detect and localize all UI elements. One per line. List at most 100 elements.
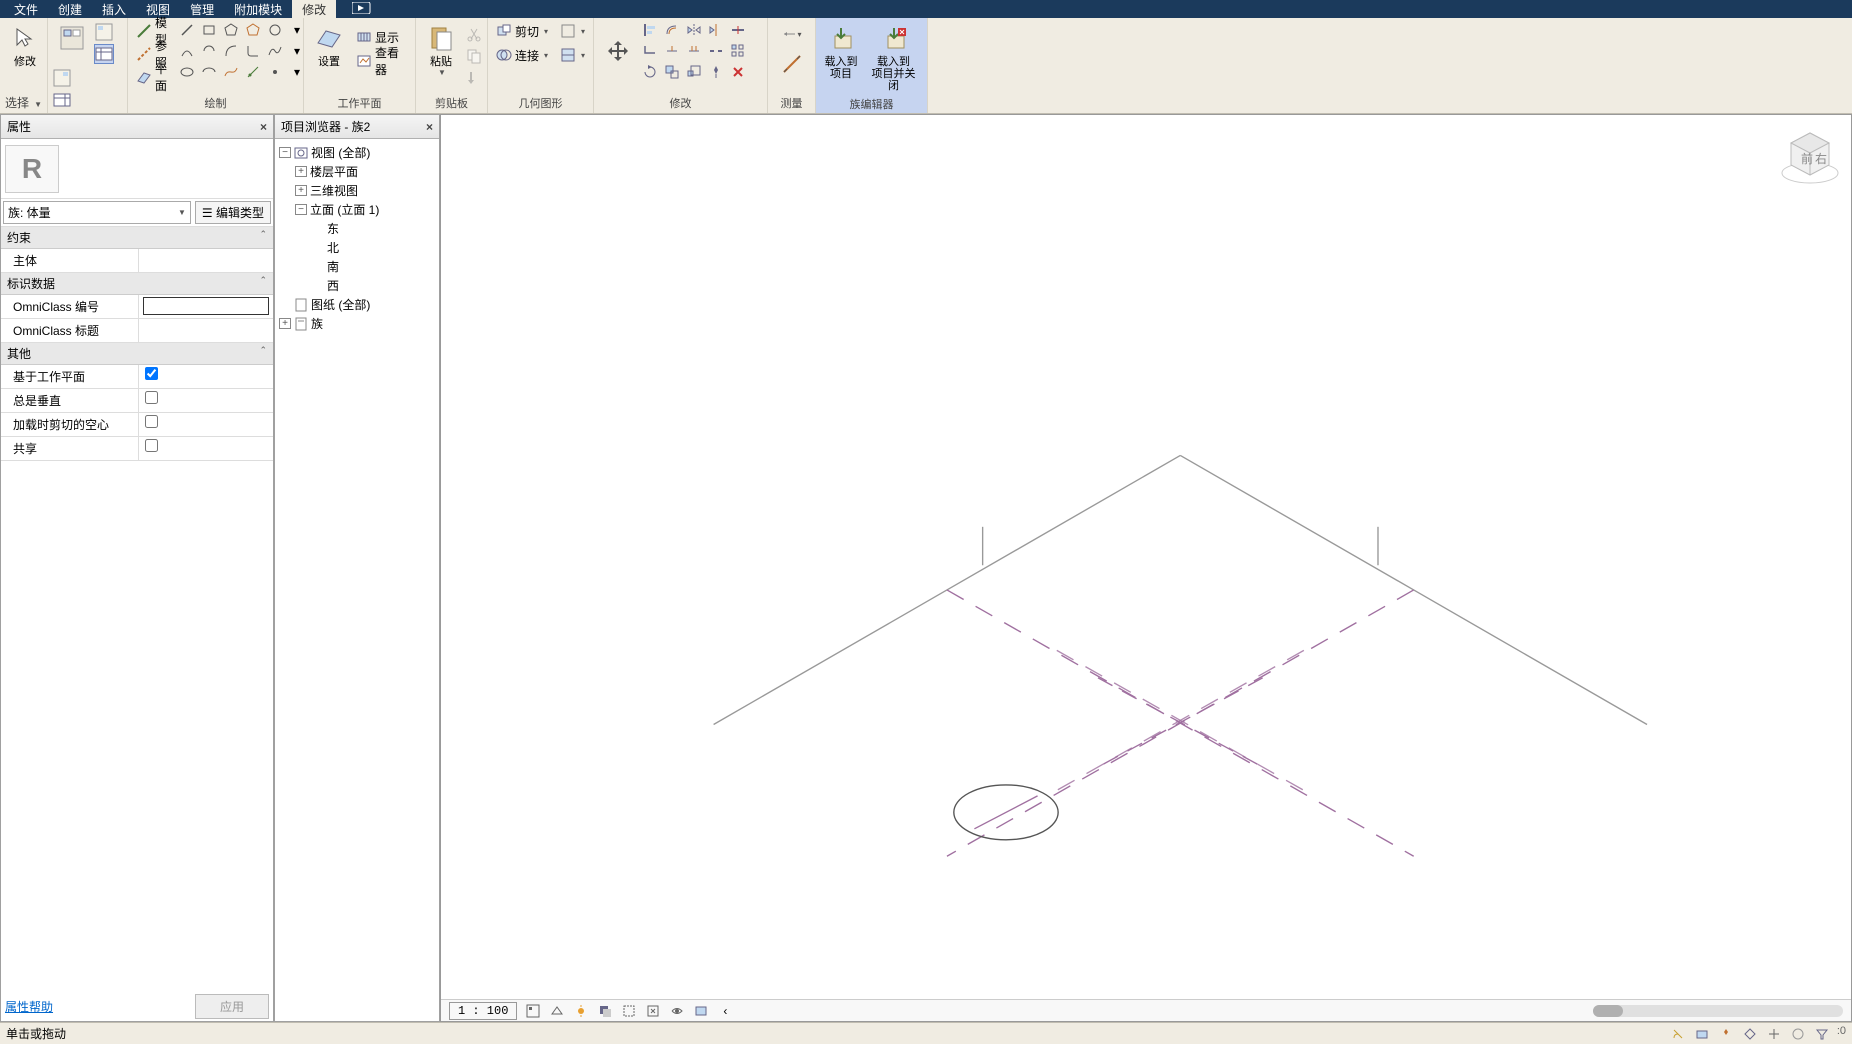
draw-polygon-out-icon[interactable] [243,20,263,40]
tree-3d-views[interactable]: + 三维视图 [277,181,437,200]
aligned-dim-button[interactable]: ▾ [782,24,802,44]
paste-button[interactable]: 粘贴 ▼ [420,20,462,88]
draw-pick-lines-icon[interactable] [243,62,263,82]
menu-manage[interactable]: 管理 [180,0,224,20]
draw-fillet-arc-icon[interactable] [243,41,263,61]
other-group-header[interactable]: 其他 ⌃ [1,343,273,365]
filter-icon[interactable] [1813,1025,1831,1043]
type-properties-button[interactable] [94,22,114,42]
draw-point-icon[interactable] [265,62,285,82]
shadows-icon[interactable] [597,1003,613,1019]
draw-arc-start-end-icon[interactable] [177,41,197,61]
align-button[interactable] [640,20,660,40]
tree-elevations[interactable]: − 立面 (立面 1) [277,200,437,219]
select-pinned-icon[interactable] [1717,1025,1735,1043]
pin-button[interactable] [706,62,726,82]
tree-views-all[interactable]: − 视图 (全部) [277,143,437,162]
expand-toggle-icon[interactable]: + [279,318,291,329]
trim-single-button[interactable] [662,41,682,61]
trim-multi-button[interactable] [684,41,704,61]
sun-path-icon[interactable] [573,1003,589,1019]
draw-line-icon[interactable] [177,20,197,40]
copy-mod-button[interactable] [662,62,682,82]
load-into-project-close-button[interactable]: 载入到 项目并关闭 [864,20,923,94]
tree-families[interactable]: + 族 [277,314,437,333]
properties-button[interactable] [52,20,92,64]
constraint-group-header[interactable]: 约束 ⌃ [1,227,273,249]
always-vertical-checkbox[interactable] [145,391,158,404]
omniclass-num-input[interactable] [143,297,269,315]
reveal-constraints-icon[interactable]: ‹ [717,1003,733,1019]
tree-elevation-south[interactable]: 南 [277,257,437,276]
family-category-button[interactable] [52,68,72,88]
detail-level-icon[interactable] [525,1003,541,1019]
tree-floor-plans[interactable]: + 楼层平面 [277,162,437,181]
drawing-canvas[interactable]: 前 右 1 : 100 ‹ [440,114,1852,1022]
identity-group-header[interactable]: 标识数据 ⌃ [1,273,273,295]
rotate-button[interactable] [640,62,660,82]
reveal-hidden-icon[interactable] [693,1003,709,1019]
edit-type-button[interactable]: ☰ 编辑类型 [195,201,271,224]
workplane-based-checkbox[interactable] [145,367,158,380]
copy-button[interactable] [464,46,484,66]
apply-button[interactable]: 应用 [195,994,269,1019]
expand-toggle-icon[interactable]: + [295,166,307,177]
tree-sheets[interactable]: 图纸 (全部) [277,295,437,314]
menu-addins[interactable]: 附加模块 [224,0,292,20]
array-button[interactable] [728,41,748,61]
scale-display[interactable]: 1 : 100 [449,1002,517,1020]
split-gap-button[interactable] [706,41,726,61]
cut-geometry-button[interactable]: 剪切 ▾ ▾ [492,20,589,42]
draw-ellipse-icon[interactable] [177,62,197,82]
match-type-button[interactable] [464,68,484,88]
collapse-toggle-icon[interactable]: − [279,147,291,158]
expand-toggle-icon[interactable]: + [295,185,307,196]
select-underlay-icon[interactable] [1693,1025,1711,1043]
collapse-toggle-icon[interactable]: − [295,204,307,215]
select-links-icon[interactable] [1669,1025,1687,1043]
draw-polygon-in-icon[interactable] [221,20,241,40]
properties-close-button[interactable]: × [260,120,267,134]
draw-circle-icon[interactable] [265,20,285,40]
modify-tool-button[interactable]: 修改 [4,20,46,70]
mirror-draw-button[interactable] [706,20,726,40]
drag-elements-icon[interactable] [1765,1025,1783,1043]
draw-rect-icon[interactable] [199,20,219,40]
family-type-selector[interactable]: 族: 体量 ▼ [3,201,191,224]
show-preview-button[interactable] [52,90,72,110]
family-types-button[interactable] [94,44,114,64]
crop-region-icon[interactable] [645,1003,661,1019]
scale-button[interactable] [684,62,704,82]
cut-voids-checkbox[interactable] [145,415,158,428]
menu-play-icon[interactable] [342,0,382,19]
mirror-pick-button[interactable] [684,20,704,40]
tree-elevation-north[interactable]: 北 [277,238,437,257]
visual-style-icon[interactable] [549,1003,565,1019]
draw-arc-tangent-icon[interactable] [221,41,241,61]
crop-view-icon[interactable] [621,1003,637,1019]
select-face-icon[interactable] [1741,1025,1759,1043]
trim-corner-button[interactable] [640,41,660,61]
draw-partial-ellipse-icon[interactable] [199,62,219,82]
menu-modify[interactable]: 修改 [292,0,336,20]
menu-file[interactable]: 文件 [4,0,48,20]
tree-elevation-west[interactable]: 西 [277,276,437,295]
browser-close-button[interactable]: × [426,120,433,134]
draw-arc-center-icon[interactable] [199,41,219,61]
move-button[interactable] [598,33,638,69]
background-processes-icon[interactable] [1789,1025,1807,1043]
reference-plane-button[interactable]: 平面 [132,66,171,88]
viewer-workplane-button[interactable]: 查看器 [352,50,411,72]
offset-button[interactable] [662,20,682,40]
delete-button[interactable] [728,62,748,82]
hide-isolate-icon[interactable] [669,1003,685,1019]
cut-button[interactable] [464,24,484,44]
draw-spline-thru-icon[interactable] [221,62,241,82]
menu-insert[interactable]: 插入 [92,0,136,20]
join-geometry-button[interactable]: 连接 ▾ ▾ [492,44,589,66]
split-button[interactable] [728,20,748,40]
view-scrollbar[interactable] [1593,1005,1843,1017]
properties-help-link[interactable]: 属性帮助 [5,998,53,1015]
measure-button[interactable] [772,46,812,82]
tree-elevation-east[interactable]: 东 [277,219,437,238]
